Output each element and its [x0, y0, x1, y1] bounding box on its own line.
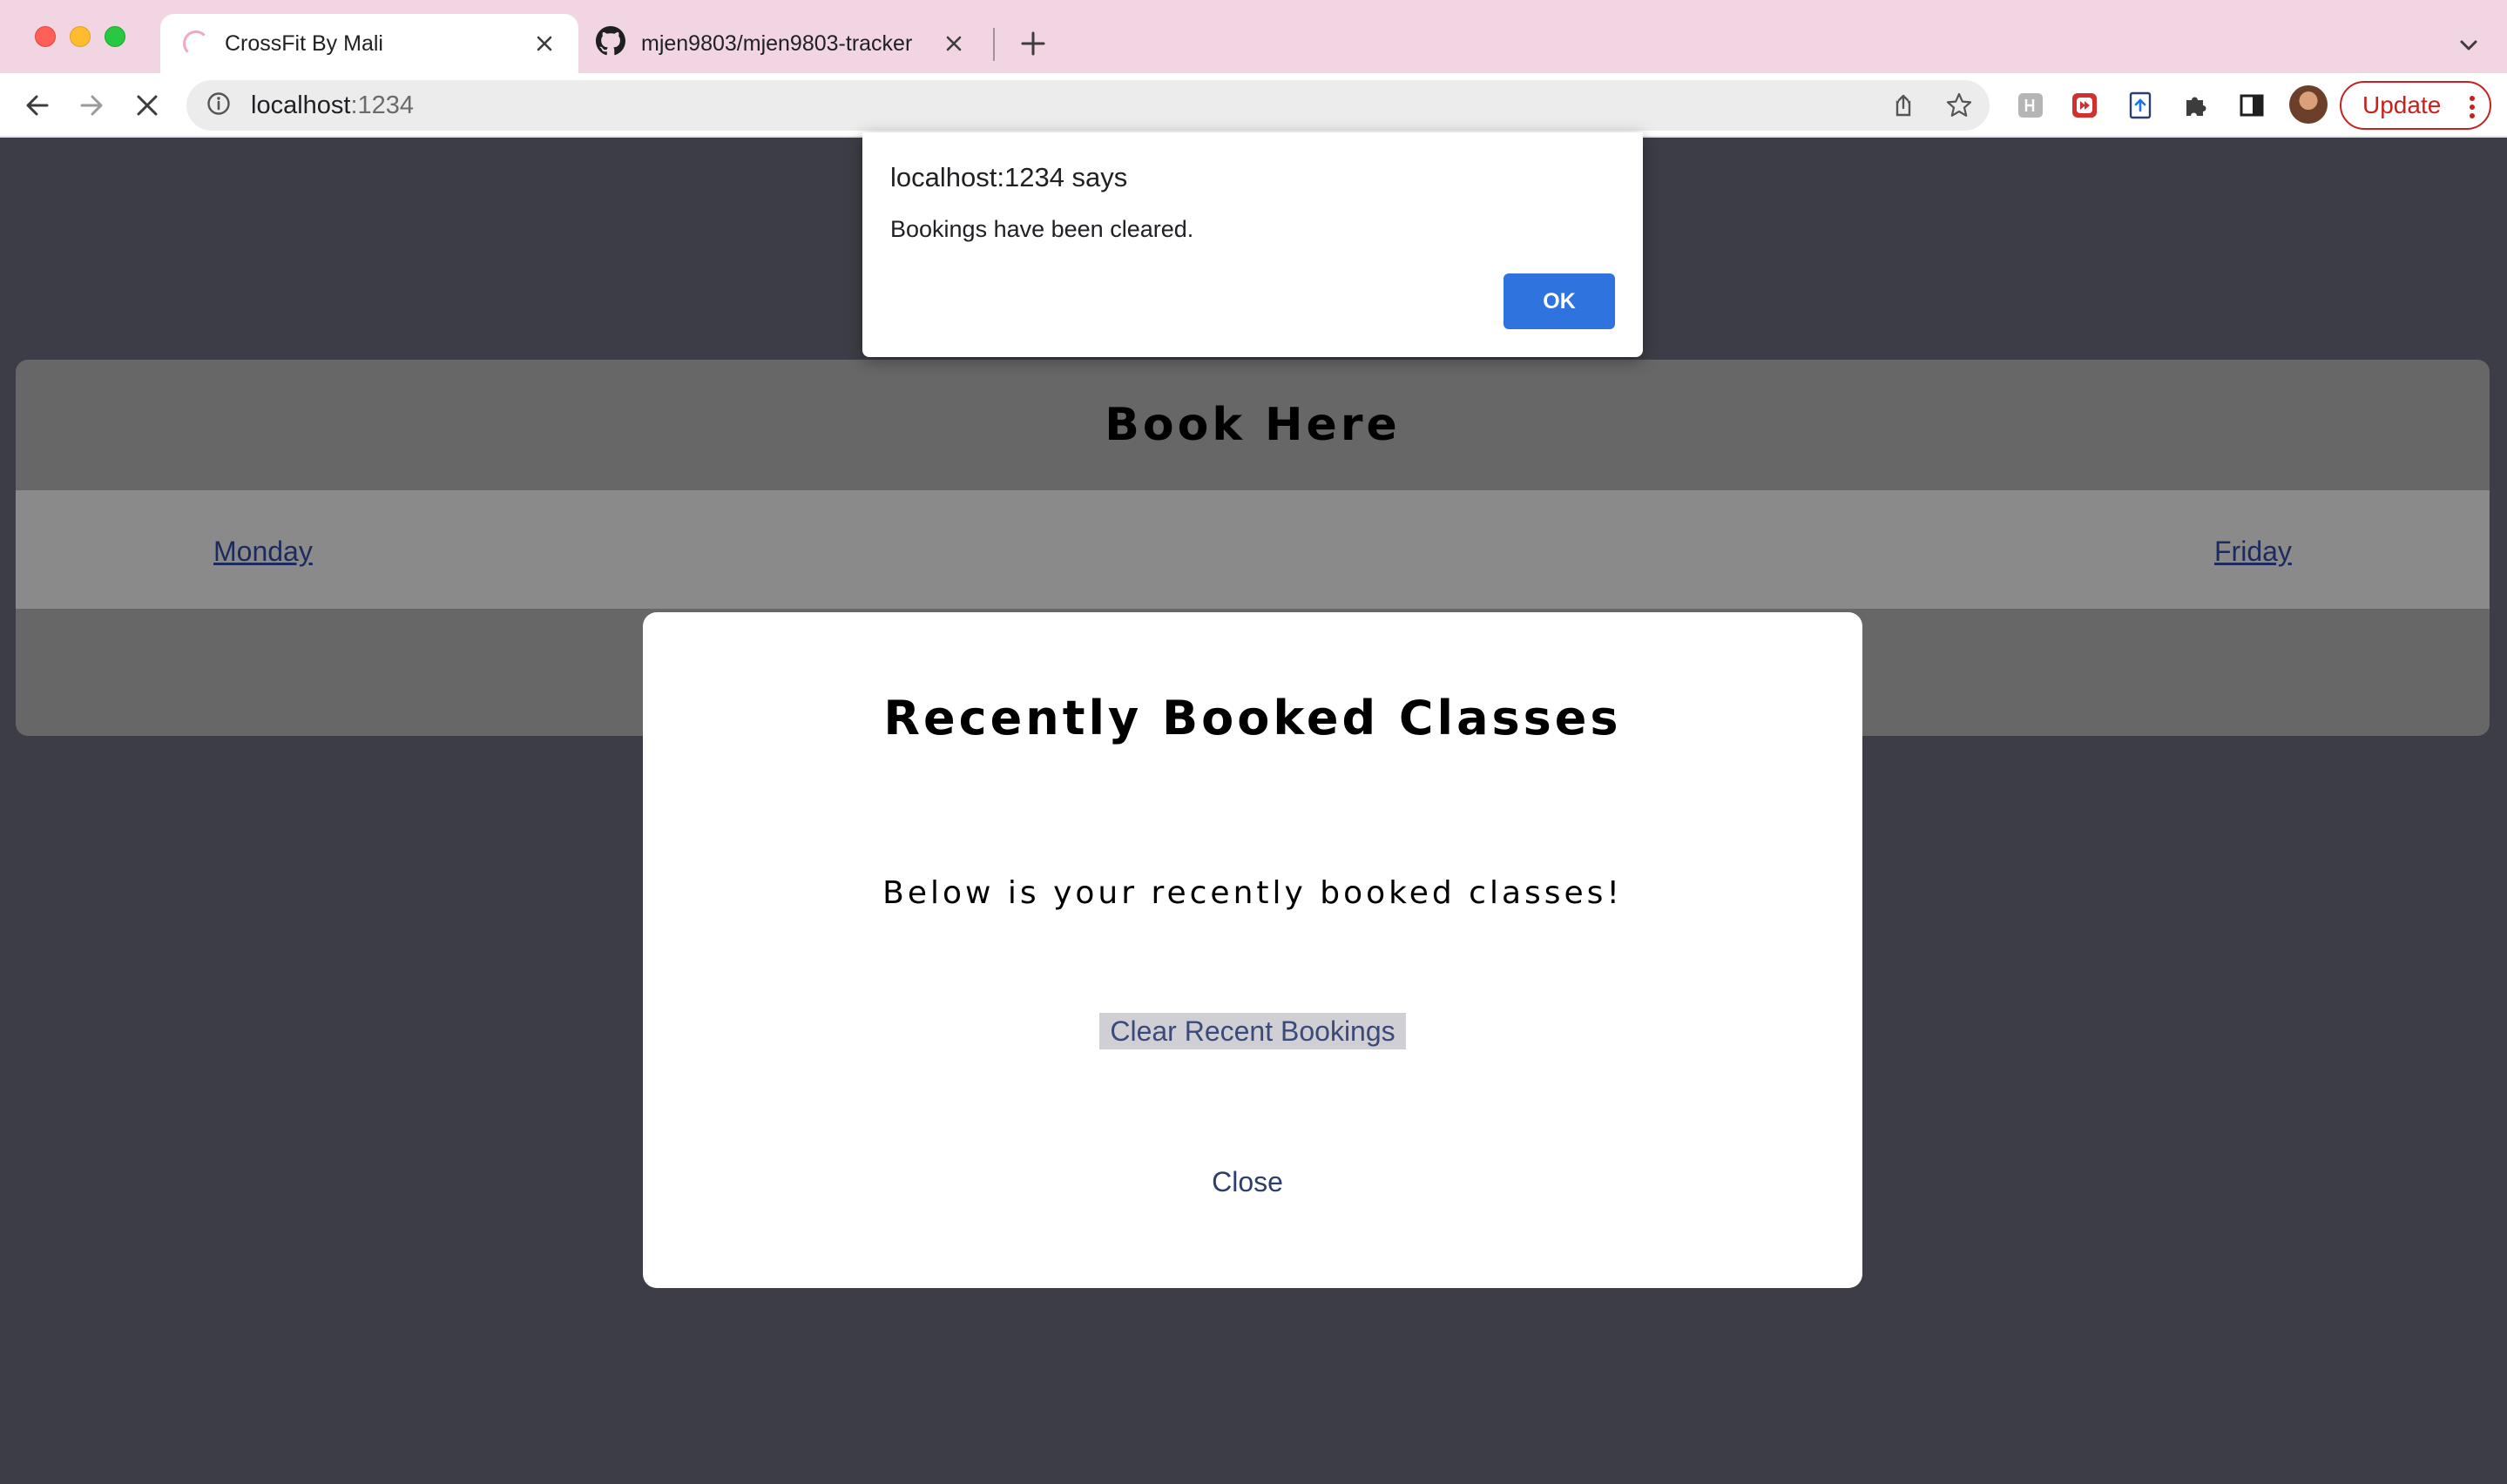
tab-crossfit[interactable]: CrossFit By Mali — [160, 14, 578, 73]
tab-title: CrossFit By Mali — [225, 30, 383, 56]
extension-red-icon[interactable] — [2066, 87, 2103, 124]
more-vert-icon[interactable] — [2469, 95, 2476, 125]
window-zoom-button[interactable] — [105, 26, 125, 47]
window-close-button[interactable] — [35, 26, 56, 47]
tab-search-chevron-icon[interactable] — [2453, 30, 2484, 61]
update-button[interactable]: Update — [2340, 81, 2491, 130]
clear-bookings-button[interactable]: Clear Recent Bookings — [1099, 1013, 1406, 1049]
url-text: localhost:1234 — [251, 91, 414, 120]
book-here-heading: Book Here — [1105, 399, 1401, 451]
window-minimize-button[interactable] — [70, 26, 91, 47]
alert-message: Bookings have been cleared. — [890, 216, 1194, 242]
site-info-icon[interactable] — [206, 91, 232, 121]
extensions-puzzle-icon[interactable] — [2178, 87, 2214, 124]
back-button[interactable] — [19, 87, 56, 124]
tab-title: mjen9803/mjen9803-tracker — [641, 30, 913, 56]
bookmark-star-icon[interactable] — [1943, 89, 1976, 122]
profile-avatar[interactable] — [2289, 85, 2328, 124]
day-link-friday[interactable]: Friday — [2214, 536, 2292, 568]
browser-toolbar: localhost:1234 Update — [0, 73, 2507, 138]
extension-gray-icon[interactable] — [2012, 87, 2049, 124]
alert-ok-button[interactable]: OK — [1504, 273, 1615, 329]
tab-github[interactable]: mjen9803/mjen9803-tracker — [578, 14, 988, 73]
close-icon[interactable] — [941, 30, 967, 57]
stop-loading-button[interactable] — [129, 87, 166, 124]
day-link-monday[interactable]: Monday — [213, 536, 313, 568]
share-icon[interactable] — [1887, 89, 1920, 122]
close-icon[interactable] — [531, 30, 557, 57]
recent-bookings-modal: Recently Booked Classes Below is your re… — [643, 612, 1862, 1288]
github-icon — [596, 25, 625, 62]
close-button-label[interactable]: Close — [1212, 1166, 1283, 1197]
address-bar[interactable]: localhost:1234 — [186, 80, 1990, 131]
modal-close-button: Close — [643, 1166, 1862, 1198]
forward-button[interactable] — [73, 87, 110, 124]
modal-title: Recently Booked Classes — [883, 691, 1622, 745]
new-tab-button[interactable] — [1016, 26, 1051, 61]
update-label: Update — [2362, 91, 2442, 118]
loading-spinner-icon — [183, 30, 209, 57]
url-port: :1234 — [350, 91, 415, 119]
alert-dialog: localhost:1234 says Bookings have been c… — [862, 132, 1643, 357]
side-panel-icon[interactable] — [2233, 87, 2270, 124]
days-row: Monday Friday — [16, 490, 2490, 609]
tab-strip: CrossFit By Mali mjen9803/mjen9803-track… — [0, 0, 2507, 73]
extension-upload-icon[interactable] — [2122, 87, 2159, 124]
modal-subtitle: Below is your recently booked classes! — [882, 875, 1623, 911]
tab-separator — [993, 28, 995, 61]
alert-title: localhost:1234 says — [890, 162, 1128, 192]
url-host: localhost — [251, 91, 351, 119]
